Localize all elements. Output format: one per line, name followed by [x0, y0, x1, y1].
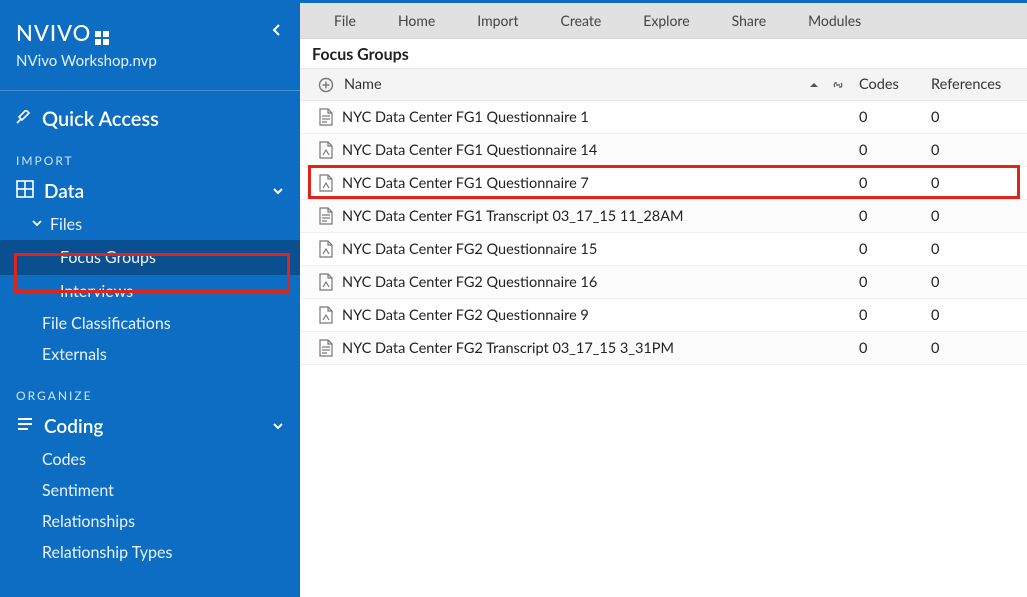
codes-count: 0	[853, 175, 925, 192]
ribbon-tab-share[interactable]: Share	[726, 8, 772, 33]
data-icon	[16, 180, 34, 203]
sidebar-item-focus-groups[interactable]: Focus Groups	[0, 240, 300, 275]
sidebar-item-files[interactable]: Files	[0, 209, 300, 240]
sidebar-item-relationships[interactable]: Relationships	[0, 506, 300, 537]
ribbon-tab-file[interactable]: File	[328, 8, 362, 33]
project-file-name: NVivo Workshop.nvp	[16, 52, 284, 70]
chevron-down-icon	[272, 418, 284, 435]
sidebar-item-file-classifications-label: File Classifications	[42, 314, 171, 333]
codes-count: 0	[853, 340, 925, 357]
file-name: NYC Data Center FG1 Transcript 03_17_15 …	[342, 208, 797, 225]
link-icon	[823, 78, 853, 92]
pdf-file-icon	[310, 273, 342, 291]
file-name: NYC Data Center FG2 Questionnaire 15	[342, 241, 797, 258]
nav-group-data-label: Data	[44, 180, 84, 203]
sidebar-item-codes[interactable]: Codes	[0, 444, 300, 475]
sidebar-item-relationships-label: Relationships	[42, 512, 135, 531]
file-name: NYC Data Center FG2 Questionnaire 16	[342, 274, 797, 291]
file-name: NYC Data Center FG1 Questionnaire 1	[342, 109, 797, 126]
pdf-file-icon	[310, 174, 342, 192]
ribbon-tab-explore[interactable]: Explore	[637, 8, 695, 33]
collapse-sidebar-button[interactable]	[270, 22, 284, 41]
pdf-file-icon	[310, 141, 342, 159]
table-row[interactable]: NYC Data Center FG1 Transcript 03_17_15 …	[300, 200, 1027, 233]
sidebar-item-files-label: Files	[50, 215, 82, 234]
ribbon-tab-create[interactable]: Create	[555, 8, 608, 33]
file-name: NYC Data Center FG1 Questionnaire 7	[342, 175, 797, 192]
nav-group-coding[interactable]: Coding	[0, 409, 300, 444]
sidebar-item-file-classifications[interactable]: File Classifications	[0, 308, 300, 339]
sidebar-item-sentiment-label: Sentiment	[42, 481, 114, 500]
references-count: 0	[925, 208, 1019, 225]
app-logo: NVIVO	[16, 19, 284, 46]
table-row[interactable]: NYC Data Center FG2 Questionnaire 15 00	[300, 233, 1027, 266]
coding-icon	[16, 415, 34, 438]
pdf-file-icon	[310, 240, 342, 258]
column-header-codes[interactable]: Codes	[853, 76, 925, 93]
quick-access-label: Quick Access	[42, 107, 159, 131]
references-count: 0	[925, 142, 1019, 159]
table-row[interactable]: NYC Data Center FG2 Transcript 03_17_15 …	[300, 332, 1027, 365]
doc-file-icon	[310, 108, 342, 126]
codes-count: 0	[853, 109, 925, 126]
main-panel: File Home Import Create Explore Share Mo…	[300, 0, 1027, 597]
codes-count: 0	[853, 307, 925, 324]
sidebar-item-sentiment[interactable]: Sentiment	[0, 475, 300, 506]
sidebar-header: NVIVO NVivo Workshop.nvp	[0, 3, 300, 78]
nav-group-coding-label: Coding	[44, 415, 103, 438]
section-import-label: IMPORT	[0, 135, 300, 174]
ribbon: File Home Import Create Explore Share Mo…	[300, 3, 1027, 39]
file-name: NYC Data Center FG1 Questionnaire 14	[342, 142, 797, 159]
table-row[interactable]: NYC Data Center FG1 Questionnaire 14 00	[300, 134, 1027, 167]
sidebar-item-codes-label: Codes	[42, 450, 86, 469]
table-row[interactable]: NYC Data Center FG2 Questionnaire 9 00	[300, 299, 1027, 332]
nav-group-data[interactable]: Data	[0, 174, 300, 209]
divider	[0, 90, 300, 91]
file-name: NYC Data Center FG2 Questionnaire 9	[342, 307, 797, 324]
table-row[interactable]: NYC Data Center FG2 Questionnaire 16 00	[300, 266, 1027, 299]
references-count: 0	[925, 175, 1019, 192]
logo-grid-icon	[95, 25, 111, 41]
sidebar-item-relationship-types[interactable]: Relationship Types	[0, 537, 300, 568]
file-name: NYC Data Center FG2 Transcript 03_17_15 …	[342, 340, 797, 357]
doc-file-icon	[310, 339, 342, 357]
codes-count: 0	[853, 142, 925, 159]
doc-file-icon	[310, 207, 342, 225]
codes-count: 0	[853, 241, 925, 258]
app-name: NVIVO	[16, 19, 91, 46]
ribbon-tab-modules[interactable]: Modules	[802, 8, 867, 33]
sidebar: NVIVO NVivo Workshop.nvp Quick Access IM…	[0, 0, 300, 597]
references-count: 0	[925, 307, 1019, 324]
codes-count: 0	[853, 208, 925, 225]
references-count: 0	[925, 340, 1019, 357]
file-list: NYC Data Center FG1 Questionnaire 100NYC…	[300, 101, 1027, 365]
references-count: 0	[925, 109, 1019, 126]
sidebar-item-interviews-label: Interviews	[60, 282, 133, 301]
references-count: 0	[925, 241, 1019, 258]
column-header-name[interactable]: Name	[342, 76, 797, 93]
section-organize-label: ORGANIZE	[0, 370, 300, 409]
add-item-button[interactable]	[310, 77, 342, 93]
chevron-down-icon	[272, 183, 284, 200]
sidebar-item-relationship-types-label: Relationship Types	[42, 543, 172, 562]
sidebar-item-focus-groups-label: Focus Groups	[60, 248, 156, 267]
sidebar-item-externals[interactable]: Externals	[0, 339, 300, 370]
column-header-references[interactable]: References	[925, 76, 1019, 93]
list-header: Name Codes References	[300, 68, 1027, 101]
pin-icon	[16, 107, 32, 131]
quick-access-button[interactable]: Quick Access	[0, 103, 300, 135]
ribbon-tab-import[interactable]: Import	[471, 8, 524, 33]
sidebar-item-interviews[interactable]: Interviews	[0, 275, 300, 308]
ribbon-tab-home[interactable]: Home	[392, 8, 441, 33]
sidebar-item-externals-label: Externals	[42, 345, 107, 364]
table-row[interactable]: NYC Data Center FG1 Questionnaire 1 00	[300, 101, 1027, 134]
table-row[interactable]: NYC Data Center FG1 Questionnaire 7 00	[300, 167, 1027, 200]
pdf-file-icon	[310, 306, 342, 324]
references-count: 0	[925, 274, 1019, 291]
panel-title: Focus Groups	[300, 39, 1027, 68]
chevron-down-icon	[32, 218, 42, 231]
sort-ascending-icon	[797, 80, 823, 90]
codes-count: 0	[853, 274, 925, 291]
